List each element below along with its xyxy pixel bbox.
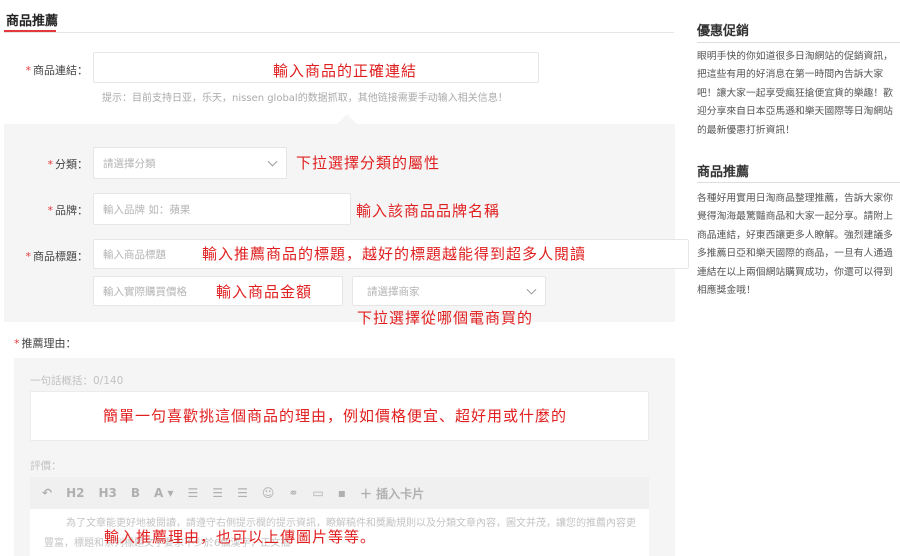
editor-annotation: 輸入推薦理由，也可以上傳圖片等等。 xyxy=(104,528,377,546)
align-right-icon[interactable]: ☰ xyxy=(237,486,248,500)
promo-divider xyxy=(697,42,900,43)
product-title-annotation: 輸入推薦商品的標題，越好的標題越能得到超多人閱讀 xyxy=(202,245,587,263)
link-label: * 商品連結： xyxy=(25,64,89,77)
brand-label: * 品牌： xyxy=(47,204,89,217)
insert-card-button[interactable]: ＋ 插入卡片 xyxy=(360,485,424,502)
brand-annotation: 輸入該商品品牌名稱 xyxy=(356,202,501,220)
video-icon[interactable]: ▪ xyxy=(338,486,346,500)
link-icon[interactable]: ⚭ xyxy=(288,486,298,500)
editor-toolbar: ↶ H2 H3 B A ▾ ☰ ☰ ☰ ☺ ⚭ ▭ ▪ ＋ 插入卡片 xyxy=(30,477,649,509)
promo-text: 眼明手快的你如道很多日淘網站的促銷資訊，把這些有用的好消息在第一時間內告訴大家吧… xyxy=(697,51,893,136)
review-label: 評價： xyxy=(30,460,62,472)
align-center-icon[interactable]: ☰ xyxy=(212,486,223,500)
heading-2-button[interactable]: H2 xyxy=(66,486,84,500)
brand-input[interactable]: 輸入品牌 如：蘋果 xyxy=(93,193,351,225)
category-annotation: 下拉選擇分類的屬性 xyxy=(296,154,441,172)
brand-input-placeholder: 輸入品牌 如：蘋果 xyxy=(103,203,191,216)
merchant-annotation: 下拉選擇從哪個電商買的 xyxy=(357,309,534,327)
page-title: 商品推薦 xyxy=(6,14,59,29)
bold-button[interactable]: B xyxy=(131,486,140,500)
chevron-down-icon xyxy=(267,156,278,167)
recommend-title: 商品推薦 xyxy=(697,165,750,180)
image-icon[interactable]: ▭ xyxy=(312,486,323,500)
product-title-label: * 商品標題： xyxy=(25,250,89,263)
recommend-text: 各種好用實用日淘商品整理推薦，告訴大家你覺得淘海最驚豔商品和大家一起分享。請附上… xyxy=(697,193,893,297)
panel-notch xyxy=(337,114,357,124)
align-left-icon[interactable]: ☰ xyxy=(188,486,199,500)
summary-counter: 一句話概括：0/140 xyxy=(30,375,124,387)
category-select-value: 請選擇分類 xyxy=(103,157,156,170)
price-input-placeholder: 輸入實際購買價格 xyxy=(103,285,187,298)
recommend-divider xyxy=(697,182,900,183)
link-annotation: 輸入商品的正確連結 xyxy=(273,62,418,80)
undo-icon[interactable]: ↶ xyxy=(42,486,52,500)
price-annotation: 輸入商品金額 xyxy=(216,283,313,301)
emoji-icon[interactable]: ☺ xyxy=(262,486,275,500)
merchant-select[interactable]: 請選擇商家 xyxy=(352,276,546,306)
promo-title: 優惠促銷 xyxy=(697,24,750,39)
summary-annotation: 簡單一句喜歡挑這個商品的理由，例如價格便宜、超好用或什麼的 xyxy=(103,407,568,425)
heading-3-button[interactable]: H3 xyxy=(98,486,116,500)
category-label: * 分類： xyxy=(47,158,89,171)
link-hint: 提示：目前支持日亚，乐天，nissen global的数据抓取，其他链接需要手动… xyxy=(102,93,508,104)
category-select[interactable]: 請選擇分類 xyxy=(93,147,287,179)
chevron-down-icon xyxy=(526,284,537,295)
product-title-placeholder: 輸入商品標題 xyxy=(103,248,166,261)
title-divider xyxy=(4,32,674,33)
reason-label: * 推薦理由： xyxy=(14,337,77,350)
font-color-button[interactable]: A ▾ xyxy=(154,486,174,500)
merchant-select-value: 請選擇商家 xyxy=(367,285,420,298)
